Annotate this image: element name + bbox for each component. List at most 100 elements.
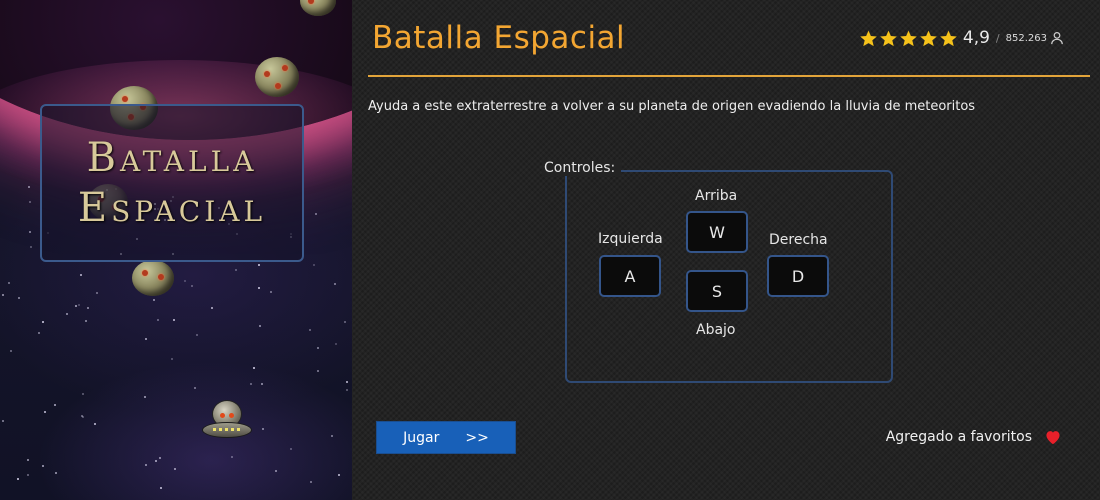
star-dot	[96, 292, 98, 294]
star-dot	[17, 478, 19, 480]
rating-count: 852.263	[1005, 32, 1047, 44]
favorites-toggle[interactable]: Agregado a favoritos	[886, 429, 1062, 445]
favorites-label: Agregado a favoritos	[885, 429, 1032, 445]
game-info-panel: Batalla Espacial 4,9 / 852.263 Ayuda a e…	[352, 0, 1100, 500]
star-dot	[160, 487, 162, 489]
star-dot	[30, 246, 32, 248]
up-key[interactable]: W	[686, 211, 748, 253]
star-dot	[78, 304, 80, 306]
star-dot	[191, 285, 193, 287]
star-dot	[157, 319, 159, 321]
game-artwork: Batalla Espacial	[0, 0, 352, 500]
page-title: Batalla Espacial	[372, 20, 626, 56]
left-key[interactable]: A	[599, 255, 661, 297]
title-divider	[368, 75, 1090, 77]
meteor-image	[255, 57, 299, 97]
star-dot	[344, 321, 346, 323]
star-dot	[42, 321, 44, 323]
saucer-disk	[202, 422, 252, 438]
star-dot	[259, 325, 261, 327]
star-dot	[153, 299, 155, 301]
right-label: Derecha	[769, 232, 828, 248]
down-key[interactable]: S	[686, 270, 748, 312]
star-dot	[66, 313, 68, 315]
star-dot	[27, 459, 29, 461]
star-dot	[145, 338, 147, 340]
star-dot	[29, 201, 31, 203]
heart-icon[interactable]	[1044, 429, 1062, 445]
star-dot	[184, 280, 186, 282]
star-dot	[317, 370, 319, 372]
alien-eye	[220, 413, 225, 418]
up-label: Arriba	[695, 188, 738, 204]
star-dot	[145, 464, 147, 466]
meteor-image	[132, 260, 174, 296]
star-dot	[171, 358, 173, 360]
star-icon	[880, 30, 897, 46]
star-dot	[309, 329, 311, 331]
star-icon	[920, 30, 937, 46]
artwork-title-line1: Batalla	[86, 135, 258, 181]
star-dot	[155, 460, 157, 462]
star-dot	[270, 291, 272, 293]
star-icon	[860, 30, 877, 46]
artwork-title-line2: Espacial	[77, 185, 267, 231]
star-dot	[196, 334, 198, 336]
star-dot	[338, 474, 340, 476]
star-dot	[85, 320, 87, 322]
right-key[interactable]: D	[767, 255, 829, 297]
alien-ship-image	[202, 398, 252, 444]
star-dot	[81, 415, 83, 417]
star-dot	[317, 347, 319, 349]
star-dot	[2, 420, 4, 422]
star-dot	[194, 387, 196, 389]
star-icon	[940, 30, 957, 46]
star-dot	[55, 472, 57, 474]
star-dot	[258, 264, 260, 266]
artwork-title-box: Batalla Espacial	[40, 104, 304, 262]
star-dot	[313, 264, 315, 266]
star-dot	[144, 396, 146, 398]
star-dot	[28, 186, 30, 188]
star-dot	[18, 297, 20, 299]
star-dot	[258, 287, 260, 289]
star-dot	[331, 435, 333, 437]
star-dot	[94, 423, 96, 425]
star-dot	[253, 367, 255, 369]
star-dot	[173, 319, 175, 321]
play-button[interactable]: Jugar >>	[376, 421, 516, 454]
star-dot	[231, 456, 233, 458]
star-dot	[29, 231, 31, 233]
star-dot	[174, 468, 176, 470]
controls-label: Controles:	[542, 160, 622, 176]
star-dot	[159, 457, 161, 459]
star-dot	[235, 269, 237, 271]
star-dot	[27, 474, 29, 476]
star-dot	[87, 307, 89, 309]
star-dot	[310, 481, 312, 483]
rating: 4,9 / 852.263	[859, 28, 1064, 48]
star-dot	[44, 411, 46, 413]
star-icon	[900, 30, 917, 46]
star-dot	[42, 465, 44, 467]
game-description: Ayuda a este extraterrestre a volver a s…	[368, 99, 976, 114]
star-dot	[211, 307, 213, 309]
star-dot	[315, 213, 317, 215]
star-dot	[335, 343, 337, 345]
rating-value: 4,9	[962, 28, 990, 48]
rating-separator: /	[995, 31, 1000, 45]
star-dot	[54, 404, 56, 406]
star-dot	[334, 283, 336, 285]
star-dot	[346, 389, 348, 391]
star-dot	[80, 274, 82, 276]
star-dot	[262, 428, 264, 430]
star-dot	[250, 383, 252, 385]
play-arrows: >>	[465, 429, 489, 446]
star-dot	[38, 332, 40, 334]
star-dot	[10, 350, 12, 352]
play-button-label: Jugar	[403, 429, 440, 446]
user-icon	[1051, 31, 1063, 45]
star-dot	[346, 381, 348, 383]
left-label: Izquierda	[598, 231, 663, 247]
star-dot	[261, 383, 263, 385]
